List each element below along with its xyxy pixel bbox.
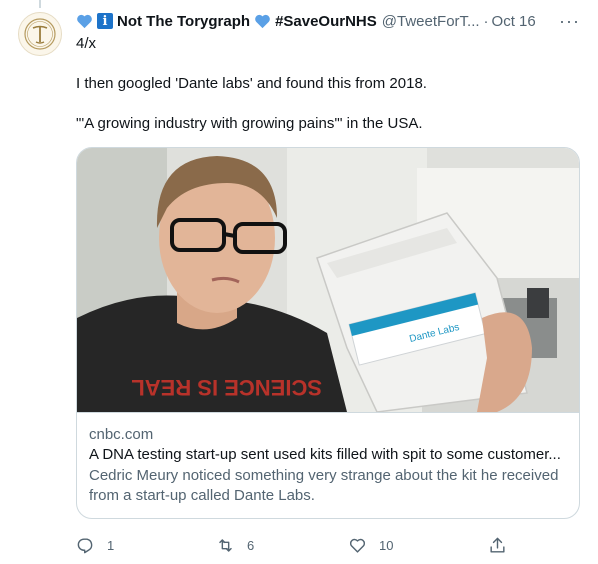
thread-line [39, 0, 41, 8]
torygraph-logo-icon [24, 18, 56, 50]
retweet-button[interactable]: 6 [216, 536, 348, 555]
tweet-actions: 1 6 10 [76, 533, 586, 557]
article-image: SCIENCE IS REAL Dante Labs [77, 148, 579, 412]
reply-button[interactable]: 1 [76, 536, 216, 555]
tweet-header: i Not The Torygraph #SaveOurNHS @TweetFo… [76, 8, 586, 34]
more-horizontal-icon[interactable]: ··· [559, 11, 580, 32]
author-handle[interactable]: @TweetForT... [382, 13, 480, 30]
tweet-date[interactable]: Oct 16 [492, 13, 536, 30]
like-button[interactable]: 10 [348, 536, 488, 555]
heart-outline-icon [349, 538, 366, 553]
avatar[interactable] [18, 12, 62, 56]
separator-dot: · [483, 12, 489, 30]
card-description: Cedric Meury noticed something very stra… [89, 467, 559, 504]
tweet-text-line: I then googled 'Dante labs' and found th… [76, 75, 427, 92]
blue-heart-icon [77, 14, 92, 29]
tweet-text-line: 4/x [76, 35, 97, 52]
shirt-text: SCIENCE IS REAL [131, 375, 322, 400]
author-tag[interactable]: #SaveOurNHS [275, 13, 377, 30]
link-preview-card[interactable]: SCIENCE IS REAL Dante Labs cnbc.com A DN… [76, 147, 580, 519]
author-name[interactable]: Not The Torygraph [117, 13, 250, 30]
card-domain: cnbc.com [89, 426, 154, 443]
retweet-icon [219, 538, 232, 552]
like-count: 10 [379, 537, 394, 553]
reply-count: 1 [107, 537, 115, 553]
card-title: A DNA testing start-up sent used kits fi… [89, 446, 561, 463]
info-icon: i [97, 13, 113, 29]
blue-heart-icon [255, 14, 270, 29]
retweet-count: 6 [247, 537, 255, 553]
reply-icon [77, 537, 93, 553]
share-button[interactable] [488, 536, 528, 555]
share-icon [490, 537, 505, 553]
tweet: i Not The Torygraph #SaveOurNHS @TweetFo… [76, 8, 586, 557]
card-body: cnbc.com A DNA testing start-up sent use… [77, 412, 579, 518]
tweet-text-line: "'A growing industry with growing pains'… [76, 115, 423, 132]
